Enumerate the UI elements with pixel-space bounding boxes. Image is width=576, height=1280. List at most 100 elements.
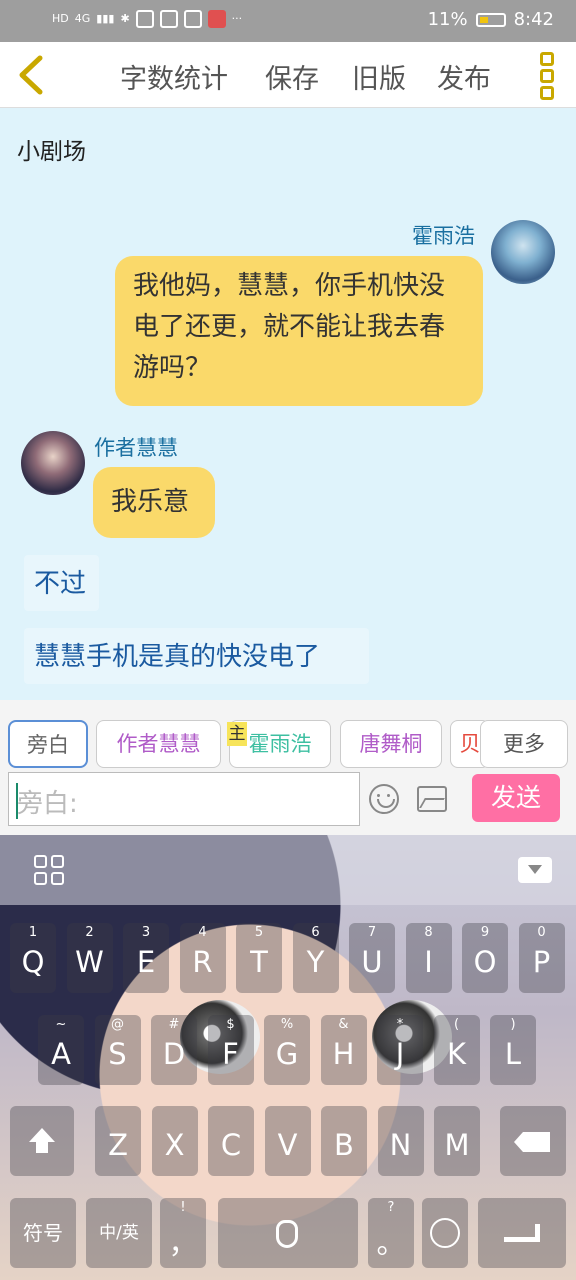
more-roles-button[interactable]: 更多 bbox=[480, 720, 568, 768]
key-x[interactable]: X bbox=[151, 1106, 198, 1176]
key-label: M bbox=[444, 1128, 470, 1162]
key-label: U bbox=[361, 945, 383, 979]
key-secondary-label: $ bbox=[226, 1017, 235, 1032]
key-label: D bbox=[162, 1037, 186, 1071]
language-key[interactable]: 中/英 bbox=[86, 1198, 152, 1268]
key-o[interactable]: 9O bbox=[462, 923, 508, 993]
role-tang-wutong[interactable]: 唐舞桐 bbox=[340, 720, 442, 768]
key-label: L bbox=[504, 1037, 522, 1071]
role-selector: 旁白 作者慧慧 霍雨浩 主 唐舞桐 贝 更多 旁白: 发送 bbox=[0, 700, 576, 835]
chevron-left-icon[interactable] bbox=[10, 52, 54, 98]
key-label: S bbox=[108, 1037, 127, 1071]
top-nav: 字数统计 保存 旧版 发布 bbox=[0, 42, 576, 108]
status-bar: HD 4G ▮▮▮ ✱ ··· 11% 8:42 bbox=[0, 0, 576, 42]
key-p[interactable]: 0P bbox=[518, 923, 565, 993]
key-label: Z bbox=[108, 1128, 128, 1162]
key-e[interactable]: 3E bbox=[123, 923, 169, 993]
enter-key[interactable] bbox=[478, 1198, 566, 1268]
key-label: I bbox=[424, 945, 433, 979]
key-label: W bbox=[75, 945, 104, 979]
key-y[interactable]: 6Y bbox=[292, 923, 339, 993]
key-r[interactable]: 4R bbox=[179, 923, 226, 993]
key-f[interactable]: $ F bbox=[207, 1015, 254, 1085]
message-bubble: 我他妈，慧慧，你手机快没电了还更，就不能让我去春游吗？ bbox=[115, 256, 483, 406]
key-m[interactable]: M bbox=[434, 1106, 480, 1176]
key-label: G bbox=[275, 1037, 299, 1071]
browser-icon bbox=[135, 10, 154, 28]
key-label: Y bbox=[306, 945, 325, 979]
key-v[interactable]: V bbox=[264, 1106, 311, 1176]
key-secondary-label: & bbox=[338, 1017, 349, 1032]
key-secondary-label: 0 bbox=[537, 925, 546, 940]
chat-title: 小剧场 bbox=[17, 139, 86, 165]
key-label: O bbox=[473, 945, 497, 979]
emoji-key[interactable] bbox=[422, 1198, 468, 1268]
key-g[interactable]: % G bbox=[264, 1015, 310, 1085]
role-author[interactable]: 作者慧慧 bbox=[96, 720, 221, 768]
key-label: E bbox=[136, 945, 156, 979]
key-secondary-label: * bbox=[396, 1017, 404, 1032]
key-s[interactable]: @ S bbox=[94, 1015, 141, 1085]
save-button[interactable]: 保存 bbox=[265, 57, 319, 96]
key-label: H bbox=[332, 1037, 355, 1071]
send-button[interactable]: 发送 bbox=[472, 774, 560, 822]
key-a[interactable]: ~ A bbox=[38, 1015, 84, 1085]
comma-key[interactable]: ! ， bbox=[160, 1198, 206, 1268]
key-label: C bbox=[220, 1128, 242, 1162]
huawei-icon bbox=[183, 10, 202, 28]
key-d[interactable]: # D bbox=[151, 1015, 197, 1085]
old-version-button[interactable]: 旧版 bbox=[352, 57, 406, 96]
role-narrator[interactable]: 旁白 bbox=[8, 720, 88, 768]
key-label: B bbox=[334, 1128, 354, 1162]
word-count-button[interactable]: 字数统计 bbox=[120, 57, 228, 96]
key-secondary-label: 5 bbox=[254, 925, 264, 940]
key-secondary-label: 2 bbox=[85, 925, 94, 940]
key-b[interactable]: B bbox=[321, 1106, 367, 1176]
key-t[interactable]: 5T bbox=[236, 923, 282, 993]
key-u[interactable]: 7U bbox=[349, 923, 395, 993]
speaker-name: 作者慧慧 bbox=[94, 436, 178, 460]
key-label: K bbox=[446, 1037, 467, 1071]
emoji-icon[interactable] bbox=[369, 784, 399, 814]
key-l[interactable]: ) L bbox=[490, 1015, 536, 1085]
chat-area[interactable]: 小剧场 霍雨浩 我他妈，慧慧，你手机快没电了还更，就不能让我去春游吗？ 作者慧慧… bbox=[0, 108, 576, 700]
message-input[interactable]: 旁白: bbox=[8, 772, 360, 826]
backspace-key[interactable] bbox=[500, 1106, 566, 1176]
shift-key[interactable] bbox=[10, 1106, 74, 1176]
key-secondary-label: ) bbox=[510, 1017, 516, 1032]
key-secondary-label: @ bbox=[111, 1017, 124, 1032]
lightbulb-icon: ✱ bbox=[120, 12, 130, 25]
avatar[interactable] bbox=[21, 431, 85, 495]
key-q[interactable]: 1Q bbox=[10, 923, 56, 993]
hd-indicator: HD bbox=[52, 12, 69, 25]
symbols-key[interactable]: 符号 bbox=[10, 1198, 76, 1268]
battery-icon bbox=[475, 12, 506, 27]
apps-grid-icon[interactable] bbox=[34, 855, 64, 885]
period-key[interactable]: ? 。 bbox=[368, 1198, 414, 1268]
key-h[interactable]: & H bbox=[320, 1015, 367, 1085]
key-label: R bbox=[192, 945, 213, 979]
avatar[interactable] bbox=[491, 220, 555, 284]
key-i[interactable]: 8I bbox=[405, 923, 452, 993]
key-j[interactable]: * J bbox=[377, 1015, 423, 1085]
master-badge: 主 bbox=[227, 722, 247, 746]
narration-text: 慧慧手机是真的快没电了 bbox=[24, 628, 369, 684]
key-label: T bbox=[250, 945, 268, 979]
key-w[interactable]: 2W bbox=[66, 923, 113, 993]
text-caret bbox=[16, 783, 18, 819]
image-icon[interactable] bbox=[417, 786, 447, 812]
speaker-name: 霍雨浩 bbox=[412, 224, 475, 248]
key-c[interactable]: C bbox=[208, 1106, 254, 1176]
battery-percent: 11% bbox=[427, 9, 468, 30]
signal-icon: ▮▮▮ bbox=[96, 12, 115, 25]
battery-small-icon bbox=[159, 10, 178, 28]
vertical-dots-icon[interactable] bbox=[536, 52, 560, 100]
key-label: N bbox=[389, 1128, 412, 1162]
key-k[interactable]: (K bbox=[433, 1015, 480, 1085]
key-secondary-label: # bbox=[168, 1017, 180, 1032]
publish-button[interactable]: 发布 bbox=[437, 57, 491, 96]
collapse-keyboard-icon[interactable] bbox=[518, 857, 552, 883]
key-z[interactable]: Z bbox=[95, 1106, 141, 1176]
clock: 8:42 bbox=[513, 9, 554, 30]
key-n[interactable]: N bbox=[377, 1106, 424, 1176]
